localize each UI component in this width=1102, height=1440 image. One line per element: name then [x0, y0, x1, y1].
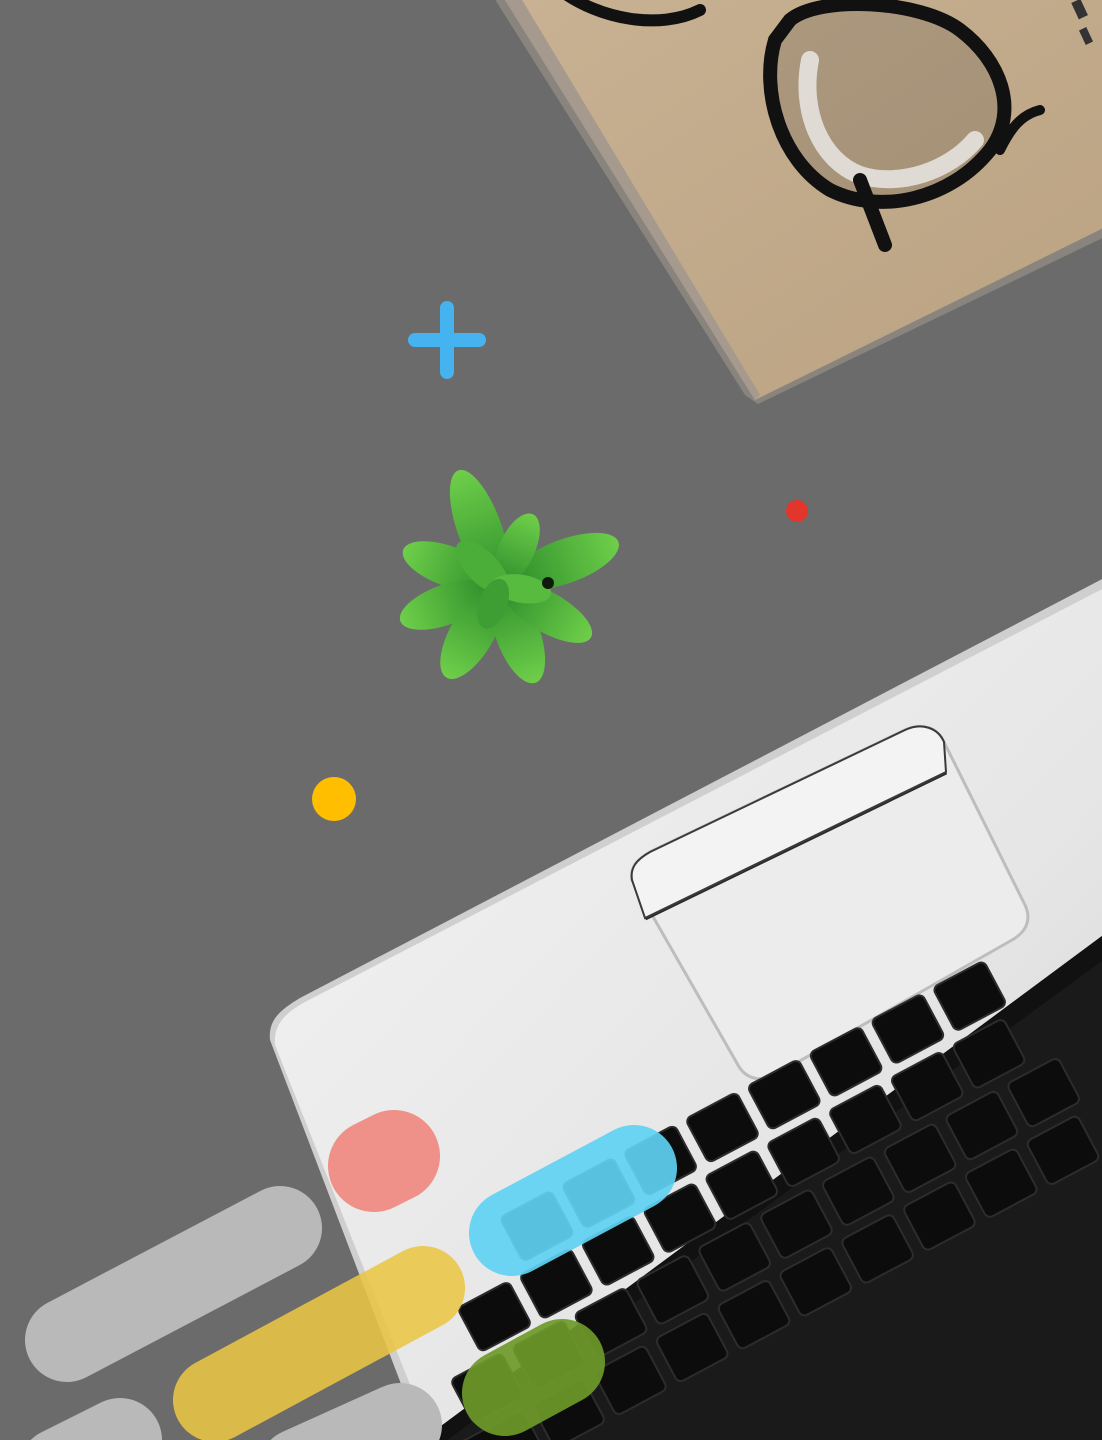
pill-gray-bottom-mid	[270, 1383, 442, 1440]
pill-yellow	[173, 1246, 465, 1440]
pill-gray-left	[25, 1186, 322, 1382]
pill-green	[462, 1319, 605, 1436]
pill-blue	[469, 1125, 677, 1276]
succulent-plant	[399, 469, 619, 684]
scene	[0, 0, 1102, 1440]
pill-coral	[328, 1110, 440, 1212]
scene-graphic	[25, 0, 1102, 1440]
red-dot	[786, 500, 808, 522]
plus-icon	[408, 301, 486, 379]
yellow-dot	[312, 777, 356, 821]
